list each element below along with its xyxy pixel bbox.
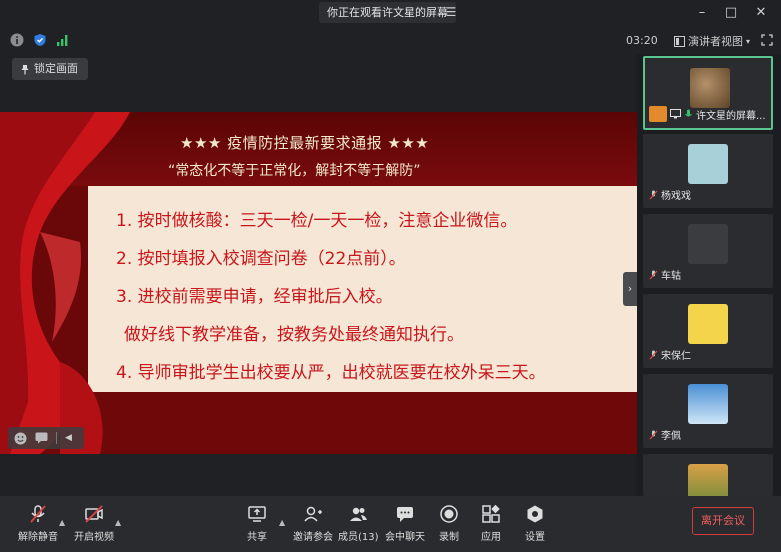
participant-name: 宋保仁	[661, 351, 691, 362]
share-button[interactable]: 共享	[247, 504, 267, 543]
mic-muted-icon	[649, 190, 658, 199]
add-user-icon	[304, 506, 322, 522]
slide-body: 1. 按时做核酸：三天一检/一天一检，注意企业微信。 2. 按时填报入校调查问卷…	[88, 186, 637, 392]
slide: ★★★ 疫情防控最新要求通报 ★★★ “常态化不等于正常化，解封不等于解防” 1…	[0, 112, 637, 454]
chat-label: 会中聊天	[385, 532, 425, 543]
participant-tile[interactable]	[643, 454, 773, 496]
record-label: 录制	[439, 532, 459, 543]
invite-label: 邀请参会	[293, 532, 333, 543]
start-video-label: 开启视频	[74, 532, 114, 543]
lock-screen-button[interactable]: 锁定画面	[12, 58, 88, 80]
comment-icon[interactable]	[35, 432, 48, 444]
close-icon[interactable]: ✕	[752, 4, 770, 22]
status-bar: 03:20 演讲者视图 ▾	[0, 26, 781, 54]
share-screen-icon	[248, 506, 266, 522]
camera-off-icon	[85, 505, 103, 523]
divider	[56, 432, 57, 444]
avatar	[690, 68, 730, 108]
lock-screen-label: 锁定画面	[34, 62, 78, 75]
members-label: 成员(13)	[338, 532, 379, 543]
avatar	[688, 384, 728, 424]
avatar	[688, 464, 728, 496]
slide-line: 1. 按时做核酸：三天一检/一天一检，注意企业微信。	[116, 211, 518, 231]
shared-screen: ★★★ 疫情防控最新要求通报 ★★★ “常态化不等于正常化，解封不等于解防” 1…	[0, 86, 637, 496]
gear-icon	[527, 505, 543, 523]
shield-icon[interactable]	[33, 33, 47, 47]
record-icon	[440, 505, 458, 523]
speaker-view-button[interactable]: 演讲者视图 ▾	[674, 33, 750, 49]
slide-line: 3. 进校前需要申请，经审批后入校。	[116, 287, 393, 307]
mic-muted-icon	[30, 505, 46, 523]
slide-line: 4. 导师审批学生出校要从严，出校就医要在校外呆三天。	[116, 363, 546, 383]
title-bar: 你正在观看许文星的屏幕 ☰ – □ ✕	[0, 0, 781, 26]
menu-icon[interactable]: ☰	[443, 4, 459, 20]
view-label: 演讲者视图	[688, 35, 743, 48]
avatar	[688, 224, 728, 264]
mic-muted-icon	[649, 350, 658, 359]
participant-tile[interactable]: 许文星的屏幕...	[643, 56, 773, 130]
share-options-caret[interactable]: ▲	[279, 518, 285, 527]
slide-subtitle: “常态化不等于正常化，解封不等于解防”	[168, 163, 421, 179]
meeting-window: 你正在观看许文星的屏幕 ☰ – □ ✕ 03:20 演讲者视图 ▾ 锁定画面 ★…	[0, 0, 781, 552]
minimize-icon[interactable]: –	[693, 4, 711, 22]
mic-on-icon	[685, 109, 692, 117]
video-options-caret[interactable]: ▲	[115, 518, 121, 527]
start-video-button[interactable]: 开启视频	[74, 504, 114, 543]
signal-icon[interactable]	[56, 33, 70, 47]
members-button[interactable]: 成员(13)	[338, 504, 379, 543]
maximize-icon[interactable]: □	[722, 4, 740, 22]
apps-icon	[482, 504, 500, 523]
settings-label: 设置	[525, 532, 545, 543]
chevron-left-icon[interactable]: ◀	[65, 433, 72, 443]
slide-title: ★★★ 疫情防控最新要求通报 ★★★	[180, 134, 430, 152]
apps-label: 应用	[481, 532, 501, 543]
screen-share-icon	[670, 109, 681, 119]
chat-icon	[397, 507, 413, 522]
pin-icon	[21, 64, 29, 74]
participant-name: 车轱	[661, 271, 681, 282]
fullscreen-icon[interactable]	[761, 34, 773, 46]
meeting-timer: 03:20	[626, 34, 658, 47]
mic-muted-icon	[649, 270, 658, 279]
participant-name: 杨戏戏	[661, 191, 691, 202]
info-icon[interactable]	[10, 33, 24, 47]
avatar	[688, 304, 728, 344]
participant-tile[interactable]: 车轱	[643, 214, 773, 288]
mic-muted-icon	[649, 430, 658, 439]
slide-line: 做好线下教学准备，按教务处最终通知执行。	[124, 325, 464, 345]
emoji-icon[interactable]	[14, 432, 27, 445]
slide-line: 2. 按时填报入校调查问卷（22点前）。	[116, 249, 406, 269]
participant-tile[interactable]: 李佩	[643, 374, 773, 448]
floating-tools: ◀	[8, 427, 84, 449]
apps-button[interactable]: 应用	[481, 504, 501, 543]
chevron-down-icon: ▾	[746, 36, 751, 46]
leave-meeting-button[interactable]: 离开会议	[692, 507, 754, 535]
invite-button[interactable]: 邀请参会	[293, 504, 333, 543]
host-badge-icon	[649, 106, 667, 122]
participant-name: 许文星的屏幕...	[696, 110, 766, 122]
avatar	[688, 144, 728, 184]
unmute-label: 解除静音	[18, 532, 58, 543]
audio-options-caret[interactable]: ▲	[59, 518, 65, 527]
settings-button[interactable]: 设置	[525, 504, 545, 543]
sidebar-collapse-handle[interactable]: ›	[623, 272, 637, 306]
participant-sidebar: 许文星的屏幕... 杨戏戏 车轱 宋保仁 李佩	[637, 54, 781, 496]
participant-name: 李佩	[661, 431, 681, 442]
participant-tile[interactable]: 宋保仁	[643, 294, 773, 368]
bottom-toolbar: 解除静音 ▲ 开启视频 ▲ 共享 ▲ 邀请参会 成员(13) 会中聊天 录制 应…	[0, 496, 781, 552]
members-icon	[350, 507, 368, 521]
record-button[interactable]: 录制	[439, 504, 459, 543]
chat-button[interactable]: 会中聊天	[385, 504, 425, 543]
share-label: 共享	[247, 532, 267, 543]
window-title: 你正在观看许文星的屏幕	[319, 2, 456, 23]
unmute-button[interactable]: 解除静音	[18, 504, 58, 543]
participant-tile[interactable]: 杨戏戏	[643, 134, 773, 208]
layout-icon	[674, 35, 685, 47]
red-curtain-decoration	[0, 112, 130, 454]
